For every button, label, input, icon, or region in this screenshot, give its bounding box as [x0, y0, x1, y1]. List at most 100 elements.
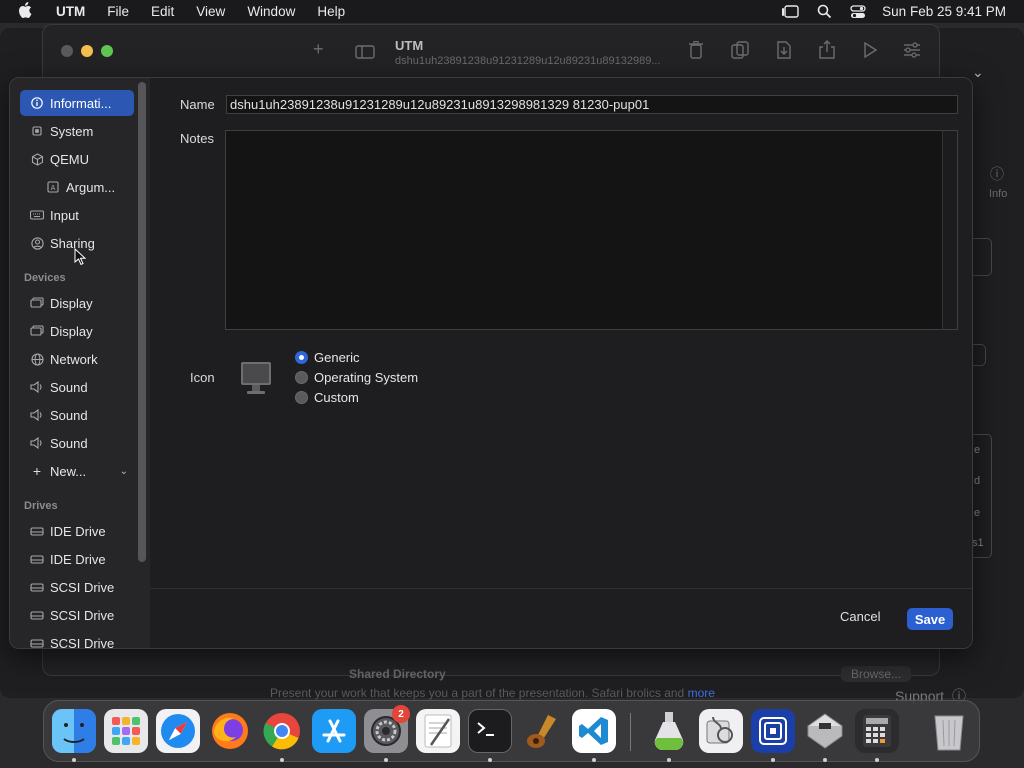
download-file-icon[interactable] — [777, 41, 791, 64]
sidebar-toggle-icon[interactable] — [355, 43, 375, 64]
menu-window[interactable]: Window — [247, 4, 295, 19]
chevron-down-icon[interactable]: ⌄ — [120, 466, 128, 477]
toolbar-subtitle: dshu1uh23891238u91231289u12u89231u891329… — [395, 55, 661, 67]
radio-button-selected[interactable] — [295, 351, 308, 364]
cancel-button[interactable]: Cancel — [840, 609, 880, 624]
ghost-fragment: d — [974, 475, 981, 487]
sidebar-item-display[interactable]: Display — [20, 318, 134, 344]
menu-bar: UTM File Edit View Window Help Sun Feb 2… — [0, 0, 1024, 23]
instruments-icon[interactable] — [520, 709, 564, 753]
drive-icon — [28, 554, 46, 565]
share-icon[interactable] — [819, 40, 835, 64]
notes-scrollbar[interactable] — [942, 131, 957, 329]
firefox-icon[interactable] — [208, 709, 252, 753]
calculator-icon[interactable] — [855, 709, 899, 753]
running-indicator — [488, 758, 492, 762]
visual-studio-code-icon[interactable] — [572, 709, 616, 753]
stage-manager-icon[interactable] — [781, 4, 799, 19]
disk-utility-icon[interactable] — [699, 709, 743, 753]
more-link[interactable]: more — [688, 686, 715, 700]
xcode-cleaner-icon[interactable] — [647, 709, 691, 753]
menu-help[interactable]: Help — [317, 4, 345, 19]
app-store-icon[interactable] — [312, 709, 356, 753]
running-indicator — [875, 758, 879, 762]
chevron-down-icon[interactable]: ⌄ — [972, 64, 984, 81]
sidebar-item-label: Sound — [50, 435, 88, 451]
sidebar-item-sound[interactable]: Sound — [20, 430, 134, 456]
sidebar-item-sound[interactable]: Sound — [20, 402, 134, 428]
sidebar-item-qemu[interactable]: QEMU — [20, 146, 134, 172]
sidebar-item-sound[interactable]: Sound — [20, 374, 134, 400]
sidebar-item-label: SCSI Drive — [50, 607, 115, 623]
arguments-icon: A — [44, 181, 62, 193]
icon-label: Icon — [190, 370, 215, 385]
radio-custom[interactable]: Custom — [295, 390, 359, 405]
menubar-clock[interactable]: Sun Feb 25 9:41 PM — [882, 4, 1006, 19]
boot-camp-assistant-icon[interactable] — [803, 709, 847, 753]
sidebar-item-input[interactable]: Input — [20, 202, 134, 228]
radio-button[interactable] — [295, 391, 308, 404]
mouse-cursor-icon — [74, 248, 86, 266]
running-indicator — [771, 758, 775, 762]
sidebar-item-ide-drive[interactable]: IDE Drive — [20, 518, 134, 544]
sidebar-item-information[interactable]: Informati... — [20, 90, 134, 116]
radio-generic[interactable]: Generic — [295, 350, 360, 365]
settings-sliders-icon[interactable] — [903, 42, 921, 63]
window-zoom-button[interactable] — [101, 45, 113, 57]
generic-monitor-icon — [241, 362, 271, 394]
browse-button[interactable]: Browse... — [841, 666, 912, 682]
safari-icon[interactable] — [156, 709, 200, 753]
menu-edit[interactable]: Edit — [151, 4, 174, 19]
trash-icon[interactable] — [689, 40, 703, 64]
info-circle-icon[interactable]: ⓘ — [990, 164, 1004, 184]
window-close-button[interactable] — [61, 45, 73, 57]
menu-file[interactable]: File — [107, 4, 129, 19]
ghost-fragment: s1 — [972, 537, 984, 549]
spotlight-search-icon[interactable] — [817, 4, 832, 19]
finder-icon[interactable] — [52, 709, 96, 753]
add-vm-icon[interactable]: + — [313, 39, 324, 60]
save-button[interactable]: Save — [907, 608, 953, 630]
menu-app-name[interactable]: UTM — [56, 4, 85, 19]
sidebar-item-scsi-drive[interactable]: SCSI Drive — [20, 602, 134, 628]
menu-view[interactable]: View — [196, 4, 225, 19]
cpu-icon — [28, 125, 46, 137]
sidebar-item-arguments[interactable]: A Argum... — [36, 174, 134, 200]
launchpad-icon[interactable] — [104, 709, 148, 753]
control-center-icon[interactable] — [850, 4, 866, 19]
clone-icon[interactable] — [731, 41, 749, 64]
terminal-icon[interactable] — [468, 709, 512, 753]
sidebar-item-label: SCSI Drive — [50, 579, 115, 595]
sidebar-item-ide-drive[interactable]: IDE Drive — [20, 546, 134, 572]
trash-icon[interactable] — [927, 709, 971, 753]
sidebar-scrollbar[interactable] — [138, 82, 146, 562]
play-icon[interactable] — [863, 41, 878, 63]
name-label: Name — [180, 97, 215, 112]
chrome-icon[interactable] — [260, 709, 304, 753]
radio-label: Operating System — [314, 370, 419, 385]
right-info-label: Info — [989, 188, 1008, 200]
name-field[interactable] — [226, 95, 958, 114]
drive-icon — [28, 526, 46, 537]
info-icon — [28, 97, 46, 109]
sidebar-item-network[interactable]: Network — [20, 346, 134, 372]
settings-sidebar: Informati... System QEMU A Argum... Inpu… — [10, 78, 150, 648]
sidebar-item-new-device[interactable]: + New... ⌄ — [20, 458, 134, 484]
cube-icon — [28, 152, 46, 166]
notes-field[interactable] — [225, 130, 958, 330]
apple-menu-icon[interactable] — [18, 1, 40, 22]
utm-dock-icon[interactable] — [751, 709, 795, 753]
window-minimize-button[interactable] — [81, 45, 93, 57]
traffic-lights — [61, 45, 121, 57]
radio-operating-system[interactable]: Operating System — [295, 370, 418, 385]
sidebar-item-scsi-drive[interactable]: SCSI Drive — [20, 630, 134, 648]
sidebar-item-label: System — [50, 123, 94, 139]
sidebar-item-label: Argum... — [66, 179, 116, 195]
sidebar-item-system[interactable]: System — [20, 118, 134, 144]
toolbar-title-block: UTM dshu1uh23891238u91231289u12u89231u89… — [395, 38, 661, 67]
sidebar-item-scsi-drive[interactable]: SCSI Drive — [20, 574, 134, 600]
sidebar-item-label: Sound — [50, 407, 88, 423]
textedit-icon[interactable] — [416, 709, 460, 753]
radio-button[interactable] — [295, 371, 308, 384]
sidebar-item-display[interactable]: Display — [20, 290, 134, 316]
